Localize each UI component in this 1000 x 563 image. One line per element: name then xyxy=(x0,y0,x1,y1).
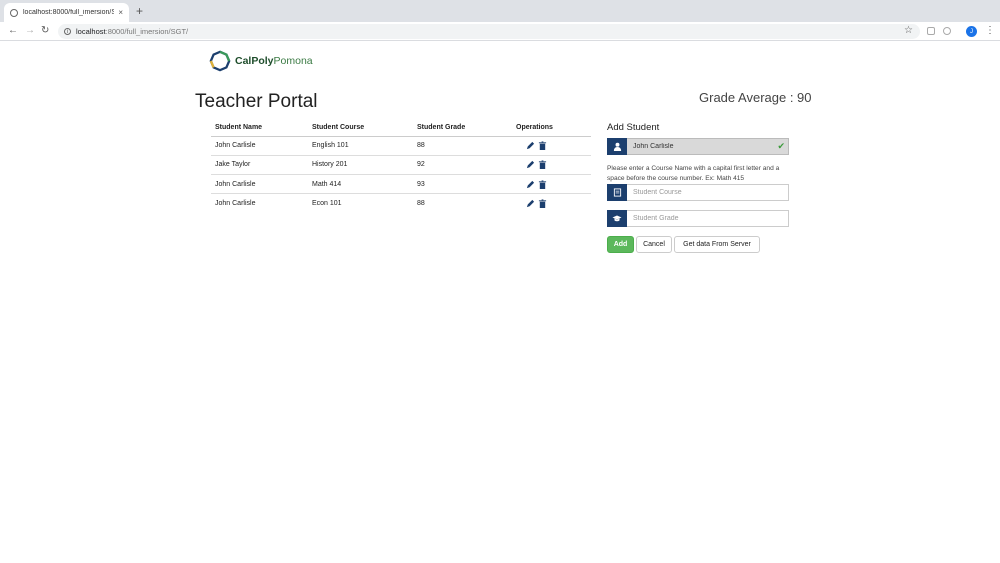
forward-arrow-icon[interactable]: → xyxy=(25,24,35,38)
calpoly-logo: CalPolyPomona xyxy=(209,50,313,72)
student-course-input[interactable] xyxy=(627,184,789,201)
student-course-group xyxy=(607,184,789,201)
course-help-text: Please enter a Course Name with a capita… xyxy=(607,165,780,182)
pencil-icon[interactable] xyxy=(526,160,535,169)
globe-icon xyxy=(10,8,18,17)
table-row: John Carlisle Econ 101 88 xyxy=(211,193,591,214)
cell-operations xyxy=(512,174,591,194)
cell-student-name: Jake Taylor xyxy=(211,154,308,175)
student-grade-group xyxy=(607,210,789,227)
cell-student-name: John Carlisle xyxy=(211,174,308,194)
url-path: :8000/full_imersion/SGT/ xyxy=(105,27,189,36)
header-operations: Operations xyxy=(512,119,591,137)
bookmark-star-icon[interactable]: ☆ xyxy=(904,25,913,36)
table-row: John Carlisle English 101 88 xyxy=(211,135,591,156)
cell-operations xyxy=(512,135,591,156)
cell-student-course: English 101 xyxy=(308,135,413,156)
menu-kebab-icon[interactable]: ⋮ xyxy=(985,25,995,37)
cell-student-grade: 88 xyxy=(413,193,512,214)
close-tab-icon[interactable]: × xyxy=(118,8,123,17)
cell-student-grade: 92 xyxy=(413,154,512,175)
table-row: John Carlisle Math 414 93 xyxy=(211,174,591,194)
tab-title: localhost:8000/full_imersion/SG xyxy=(23,9,115,16)
cell-student-course: Math 414 xyxy=(308,174,413,194)
student-grades-table: Student Name Student Course Student Grad… xyxy=(211,119,591,214)
table-header-row: Student Name Student Course Student Grad… xyxy=(211,119,591,137)
header-student-name: Student Name xyxy=(211,119,308,137)
cell-student-name: John Carlisle xyxy=(211,193,308,214)
logo-text-cal: Cal xyxy=(235,55,252,67)
cell-operations xyxy=(512,154,591,175)
browser-toolbar: ← → ↻ i localhost:8000/full_imersion/SGT… xyxy=(0,22,1000,41)
cell-student-course: History 201 xyxy=(308,154,413,175)
student-grade-input[interactable] xyxy=(627,210,789,227)
back-arrow-icon[interactable]: ← xyxy=(8,24,18,38)
browser-tab-bar: localhost:8000/full_imersion/SG × + xyxy=(0,0,1000,22)
book-icon xyxy=(607,184,627,201)
url-host: localhost xyxy=(76,27,106,36)
new-tab-button[interactable]: + xyxy=(136,5,143,17)
get-data-from-server-button[interactable]: Get data From Server xyxy=(674,236,760,253)
reload-icon[interactable]: ↻ xyxy=(41,24,49,38)
address-bar[interactable]: i localhost:8000/full_imersion/SGT/ xyxy=(58,24,920,39)
trash-icon[interactable] xyxy=(538,160,547,170)
user-icon xyxy=(607,138,627,155)
checkmark-icon: ✔ xyxy=(777,141,785,151)
logo-text-poly: Poly xyxy=(251,55,274,67)
info-icon[interactable]: i xyxy=(64,28,71,35)
pencil-icon[interactable] xyxy=(526,141,535,150)
cancel-button[interactable]: Cancel xyxy=(636,236,672,253)
header-student-grade: Student Grade xyxy=(413,119,512,137)
header-student-course: Student Course xyxy=(308,119,413,137)
trash-icon[interactable] xyxy=(538,141,547,151)
cell-student-grade: 93 xyxy=(413,174,512,194)
logo-text-pomona: Pomona xyxy=(273,55,313,67)
extension-icon[interactable] xyxy=(927,27,935,35)
page-title: Teacher Portal xyxy=(195,91,318,112)
grade-average: Grade Average : 90 xyxy=(699,90,812,105)
cell-student-course: Econ 101 xyxy=(308,193,413,214)
trash-icon[interactable] xyxy=(538,180,547,189)
extension-icon[interactable] xyxy=(943,27,951,35)
add-button[interactable]: Add xyxy=(607,236,634,253)
graduation-cap-icon xyxy=(607,210,627,227)
student-name-group: ✔ xyxy=(607,138,789,155)
trash-icon[interactable] xyxy=(538,199,547,209)
cell-student-grade: 88 xyxy=(413,135,512,156)
calpoly-octagon-icon xyxy=(209,50,231,72)
cell-operations xyxy=(512,193,591,214)
add-student-heading: Add Student xyxy=(607,122,660,133)
pencil-icon[interactable] xyxy=(526,199,535,208)
browser-tab[interactable]: localhost:8000/full_imersion/SG × xyxy=(4,3,129,22)
pencil-icon[interactable] xyxy=(526,180,535,189)
cell-student-name: John Carlisle xyxy=(211,135,308,156)
table-row: Jake Taylor History 201 92 xyxy=(211,154,591,175)
student-name-input[interactable] xyxy=(627,138,789,155)
profile-avatar[interactable]: J xyxy=(966,26,977,37)
